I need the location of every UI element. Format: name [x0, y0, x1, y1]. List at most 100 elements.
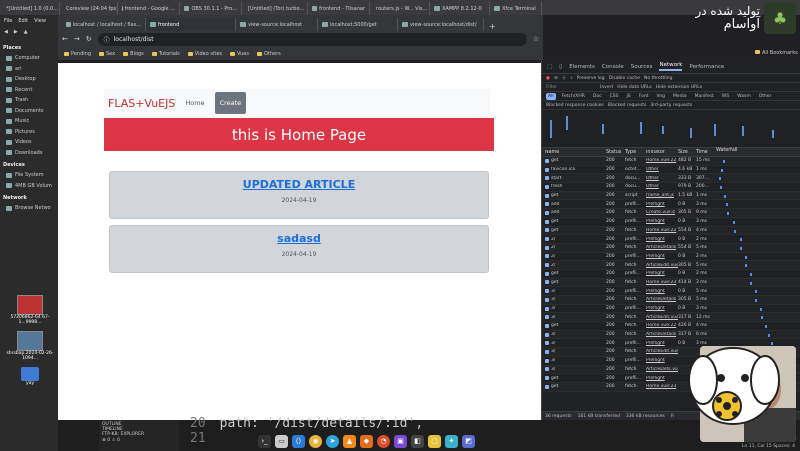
clear-icon[interactable]: ⊘ [554, 76, 558, 81]
devtools-tab-console[interactable]: Console [602, 64, 624, 70]
article-title-link[interactable]: UPDATED ARTICLE [110, 178, 488, 191]
nav-create-link[interactable]: Create [214, 92, 247, 114]
request-initiator-link[interactable]: Home.vue:22 [646, 228, 678, 233]
app-brand[interactable]: FLAS+VuEJS [108, 97, 175, 110]
window-list-item[interactable]: Xfce Terminal [490, 2, 542, 15]
search-icon[interactable]: ⌕ [570, 75, 573, 81]
network-item-browse-netwo[interactable]: Browse Netwo [0, 203, 58, 214]
column-header-size[interactable]: Size [678, 150, 696, 155]
type-filter-wasm[interactable]: Wasm [735, 93, 753, 100]
sidebar-item-downloads[interactable]: Downloads [0, 148, 58, 159]
window-list-item[interactable]: Coreview (24:04 fps) [60, 2, 118, 15]
window-list-item[interactable]: *[Untitled] 1.0 (0.0... [0, 2, 60, 15]
hide-extension-urls-checkbox[interactable]: Hide extension URLs [656, 85, 702, 90]
reload-icon[interactable]: ↻ [86, 35, 92, 43]
bookmark-star-icon[interactable]: ☆ [533, 35, 539, 43]
type-filter-fetch-xhr[interactable]: Fetch/XHR [560, 93, 587, 100]
vlc-icon[interactable]: ▲ [343, 434, 356, 448]
request-initiator-link[interactable]: ArticleEdit.vue [646, 263, 678, 268]
sidebar-item-videos[interactable]: Videos [0, 137, 58, 148]
forward-icon[interactable]: → [74, 35, 80, 43]
chrome-icon[interactable]: ◉ [309, 434, 322, 448]
sidebar-item-pictures[interactable]: Pictures [0, 127, 58, 138]
forward-icon[interactable]: ▶ [14, 29, 18, 41]
inspect-icon[interactable]: ⬚ [547, 64, 552, 70]
files-icon[interactable]: ▭ [275, 434, 288, 448]
request-initiator-link[interactable]: Preflight [646, 289, 678, 294]
cube-app-icon[interactable]: ◩ [462, 434, 475, 448]
request-initiator-link[interactable]: ArticleEdit.vue [646, 349, 678, 354]
menu-item-view[interactable]: View [34, 18, 46, 26]
column-header-status[interactable]: Status [606, 150, 625, 155]
device-item-4mb-gb-volum[interactable]: 4MB GB Volum [0, 181, 58, 192]
sidebar-item-ari[interactable]: ari [0, 64, 58, 75]
telegram-icon[interactable]: ➤ [326, 434, 339, 448]
table-row[interactable]: 3/200 prefli... Preflight 0 B 3 ms [542, 305, 800, 314]
table-row[interactable]: add 200 fetch Create.vue:4 305 B 9 ms [542, 209, 800, 218]
window-list-item[interactable]: OBS 30.1.1 - Pro... [180, 2, 242, 15]
device-toggle-icon[interactable]: ▯ [559, 64, 562, 70]
browser-tab[interactable]: frontend [146, 18, 236, 31]
problems-status[interactable]: ⊗ 0 ⚠ 0 [102, 438, 176, 443]
sparkle-app-icon[interactable]: ✦ [445, 434, 458, 448]
devtools-tab-sources[interactable]: Sources [631, 64, 653, 70]
desktop-icon-3[interactable]: yay [4, 367, 56, 386]
firefox-icon[interactable]: ◔ [377, 434, 390, 448]
third-party-checkbox[interactable]: 3rd-party requests [650, 103, 692, 108]
request-initiator-link[interactable]: Home.vue:23 [646, 280, 678, 285]
preserve-log-checkbox[interactable]: Preserve log [577, 76, 605, 81]
nav-home-link[interactable]: Home [181, 96, 208, 110]
vscode-icon[interactable]: ⟨⟩ [292, 434, 305, 448]
request-initiator-link[interactable]: ArticleEdit.vue [646, 315, 678, 320]
request-initiator-link[interactable]: Home.vue:22 [646, 158, 678, 163]
browser-tab[interactable]: localhost / localhost / flas... [62, 18, 146, 31]
bookmark-pending[interactable]: Pending [64, 51, 91, 57]
bookmark-blogs[interactable]: Blogs [123, 51, 144, 57]
request-initiator-link[interactable]: Other [646, 176, 678, 181]
back-icon[interactable]: ◀ [4, 29, 8, 41]
table-row[interactable]: 2/200 prefli... Preflight 0 B 2 ms [542, 253, 800, 262]
throttling-select[interactable]: No throttling [644, 76, 672, 81]
request-initiator-link[interactable]: Home.vue:22 [646, 323, 678, 328]
table-row[interactable]: fresh 200 docu... Other 979 B 200... [542, 183, 800, 192]
sidebar-item-computer[interactable]: Computer [0, 53, 58, 64]
column-header-time[interactable]: Time [696, 150, 716, 155]
column-header-waterfall[interactable]: Waterfall [716, 148, 800, 156]
type-filter-js[interactable]: JS [624, 93, 632, 100]
invert-checkbox[interactable]: Invert [600, 85, 613, 90]
menu-item-file[interactable]: File [4, 18, 12, 26]
record-icon[interactable]: ● [546, 76, 550, 81]
table-row[interactable]: 3/200 fetch ArticleDetails 305 B 5 ms [542, 296, 800, 305]
request-initiator-link[interactable]: ArticleDets.vue [646, 367, 678, 372]
sidebar-item-music[interactable]: Music [0, 116, 58, 127]
browser-tab[interactable]: view-source:localhost [236, 18, 318, 31]
sidebar-item-trash[interactable]: Trash [0, 95, 58, 106]
window-list-item[interactable]: frontend - Tilsanar [308, 2, 370, 15]
type-filter-other[interactable]: Other [757, 93, 774, 100]
window-list-item[interactable]: routers.js - W... Vis... [370, 2, 430, 15]
request-initiator-link[interactable]: frame_ant.js [646, 193, 678, 198]
back-icon[interactable]: ← [62, 35, 68, 43]
yellow-app-icon[interactable]: ▢ [428, 434, 441, 448]
blocked-requests-checkbox[interactable]: Blocked requests [608, 103, 647, 108]
sidebar-item-documents[interactable]: Documents [0, 106, 58, 117]
site-info-icon[interactable]: ⓘ [104, 35, 110, 44]
request-initiator-link[interactable]: Other [646, 184, 678, 189]
devtools-tab-performance[interactable]: Performance [689, 64, 724, 70]
all-bookmarks[interactable]: All Bookmarks [755, 50, 798, 56]
sidebar-item-desktop[interactable]: Desktop [0, 74, 58, 85]
window-list-item[interactable]: frontend - Google ... [118, 2, 180, 15]
request-initiator-link[interactable]: Preflight [646, 358, 678, 363]
table-row[interactable]: get 200 prefli... Preflight 0 B 3 ms [542, 218, 800, 227]
type-filter-font[interactable]: Font [637, 93, 651, 100]
column-header-type[interactable]: Type [625, 150, 646, 155]
type-filter-css[interactable]: CSS [608, 93, 621, 100]
request-initiator-link[interactable]: Preflight [646, 237, 678, 242]
ide-icon[interactable]: ▣ [394, 434, 407, 448]
type-filter-manifest[interactable]: Manifest [693, 93, 716, 100]
bookmark-sex[interactable]: Sex [99, 51, 115, 57]
request-initiator-link[interactable]: Other [646, 167, 678, 172]
devtools-tab-elements[interactable]: Elements [569, 64, 595, 70]
request-initiator-link[interactable]: Preflight [646, 306, 678, 311]
code-line[interactable]: path: '/dist/details/:id', [220, 416, 424, 431]
